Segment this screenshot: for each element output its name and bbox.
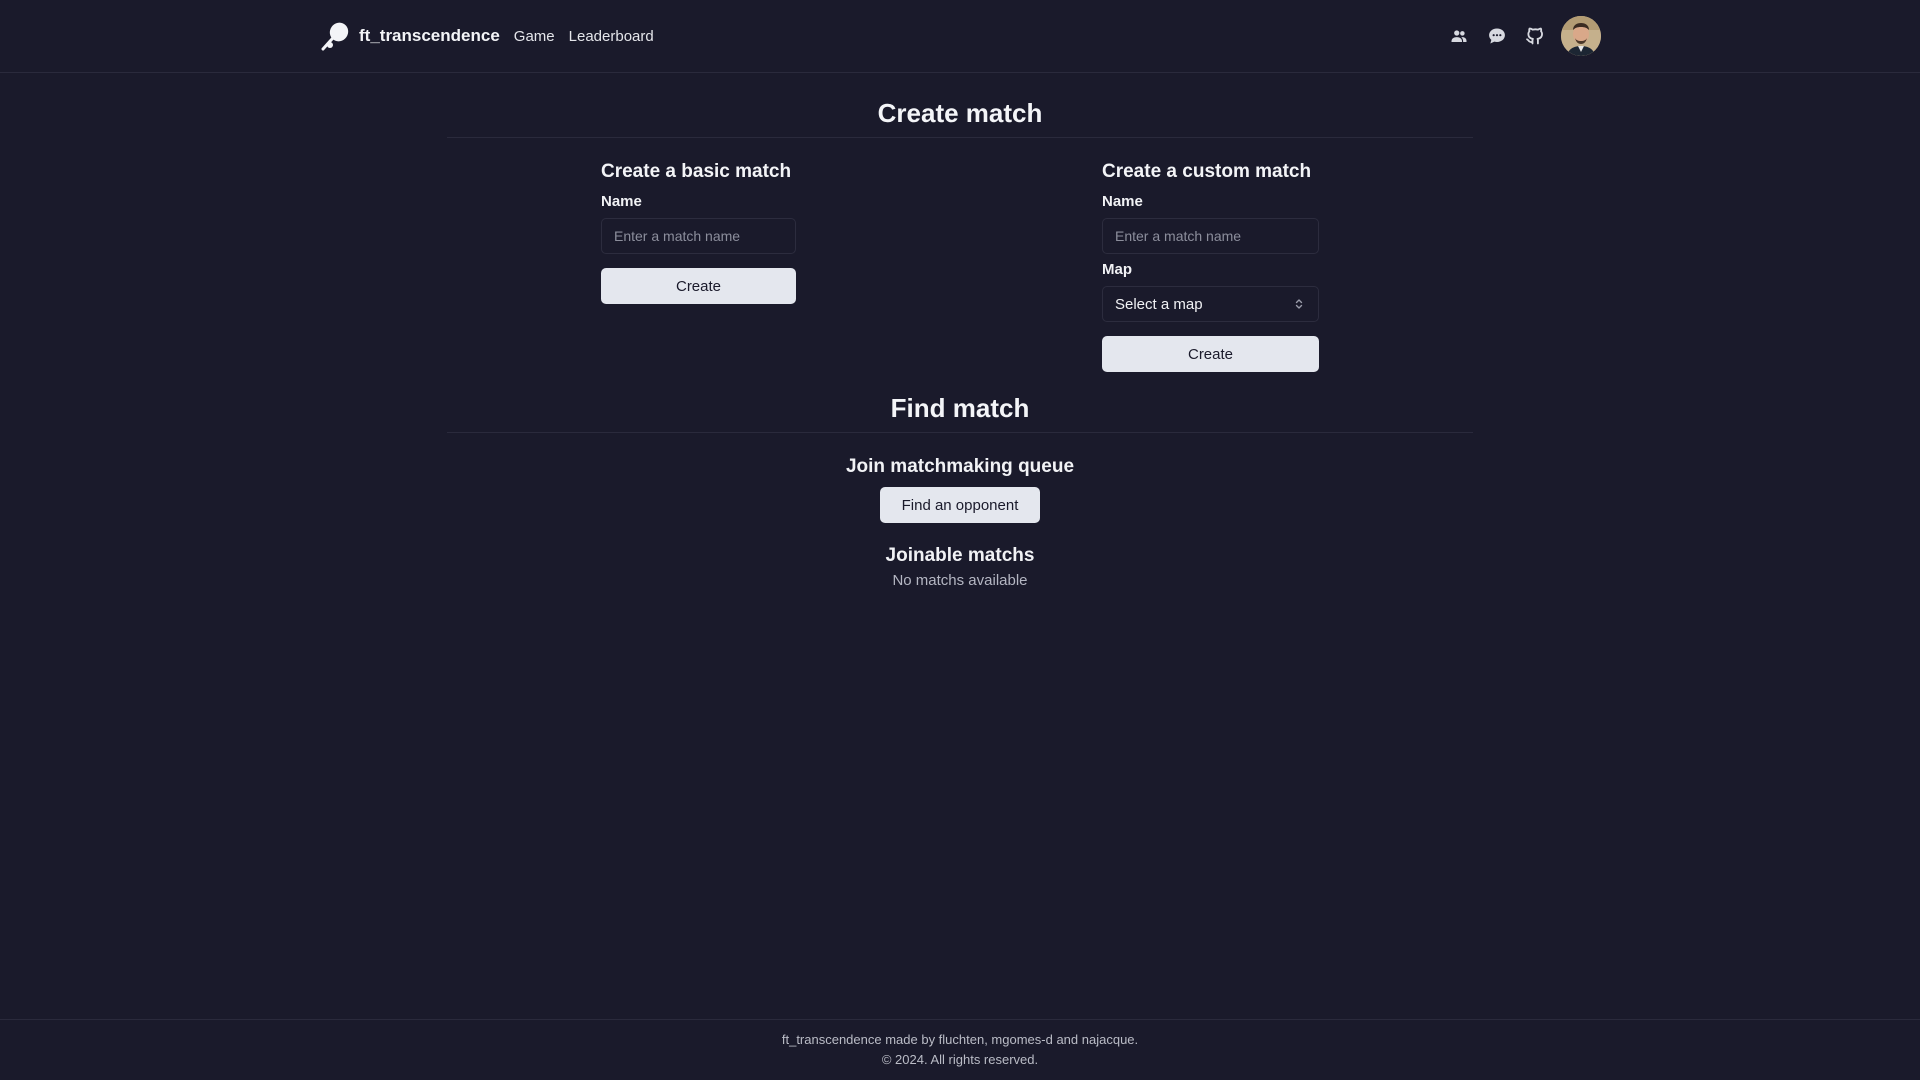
custom-name-label: Name [1102, 193, 1143, 210]
friends-icon[interactable] [1447, 24, 1471, 48]
custom-create-button[interactable]: Create [1102, 336, 1319, 372]
map-select[interactable]: Select a map [1102, 286, 1319, 322]
custom-match-form: Create a custom match Name Map Select a … [1102, 160, 1319, 375]
nav-link-game[interactable]: Game [514, 28, 555, 45]
navbar-inner: ft_transcendence Game Leaderboard [320, 0, 1601, 72]
matchmaking-queue-title: Join matchmaking queue [845, 456, 1075, 477]
create-section-divider [447, 137, 1473, 138]
chevron-up-down-icon [1294, 297, 1306, 311]
basic-create-button[interactable]: Create [601, 268, 796, 304]
basic-match-name-input[interactable] [601, 218, 796, 254]
joinable-matches-title: Joinable matchs [885, 545, 1035, 566]
footer-copyright: © 2024. All rights reserved. [881, 1052, 1039, 1067]
custom-match-title: Create a custom match [1102, 161, 1312, 182]
footer-credits: ft_transcendence made by fluchten, mgome… [781, 1032, 1139, 1047]
create-match-title: Create match [877, 98, 1043, 128]
user-avatar[interactable] [1561, 16, 1601, 56]
nav-link-leaderboard[interactable]: Leaderboard [569, 28, 654, 45]
map-select-value: Select a map [1115, 295, 1203, 313]
basic-match-form: Create a basic match Name Create [601, 160, 796, 310]
chat-icon[interactable] [1485, 24, 1509, 48]
find-section-divider [447, 432, 1473, 433]
ping-pong-paddle-icon [320, 21, 350, 51]
header-actions [1433, 16, 1601, 56]
github-icon[interactable] [1523, 24, 1547, 48]
find-match-title: Find match [890, 393, 1030, 423]
custom-match-name-input[interactable] [1102, 218, 1319, 254]
basic-name-label: Name [601, 193, 642, 210]
find-opponent-button[interactable]: Find an opponent [880, 487, 1040, 523]
brand-link[interactable]: ft_transcendence [320, 21, 500, 51]
top-navbar: ft_transcendence Game Leaderboard [0, 0, 1920, 73]
basic-match-title: Create a basic match [601, 161, 792, 182]
brand-name: ft_transcendence [359, 26, 500, 45]
page-footer: ft_transcendence made by fluchten, mgome… [0, 1019, 1920, 1080]
custom-map-label: Map [1102, 261, 1132, 278]
no-matches-text: No matchs available [892, 572, 1028, 589]
